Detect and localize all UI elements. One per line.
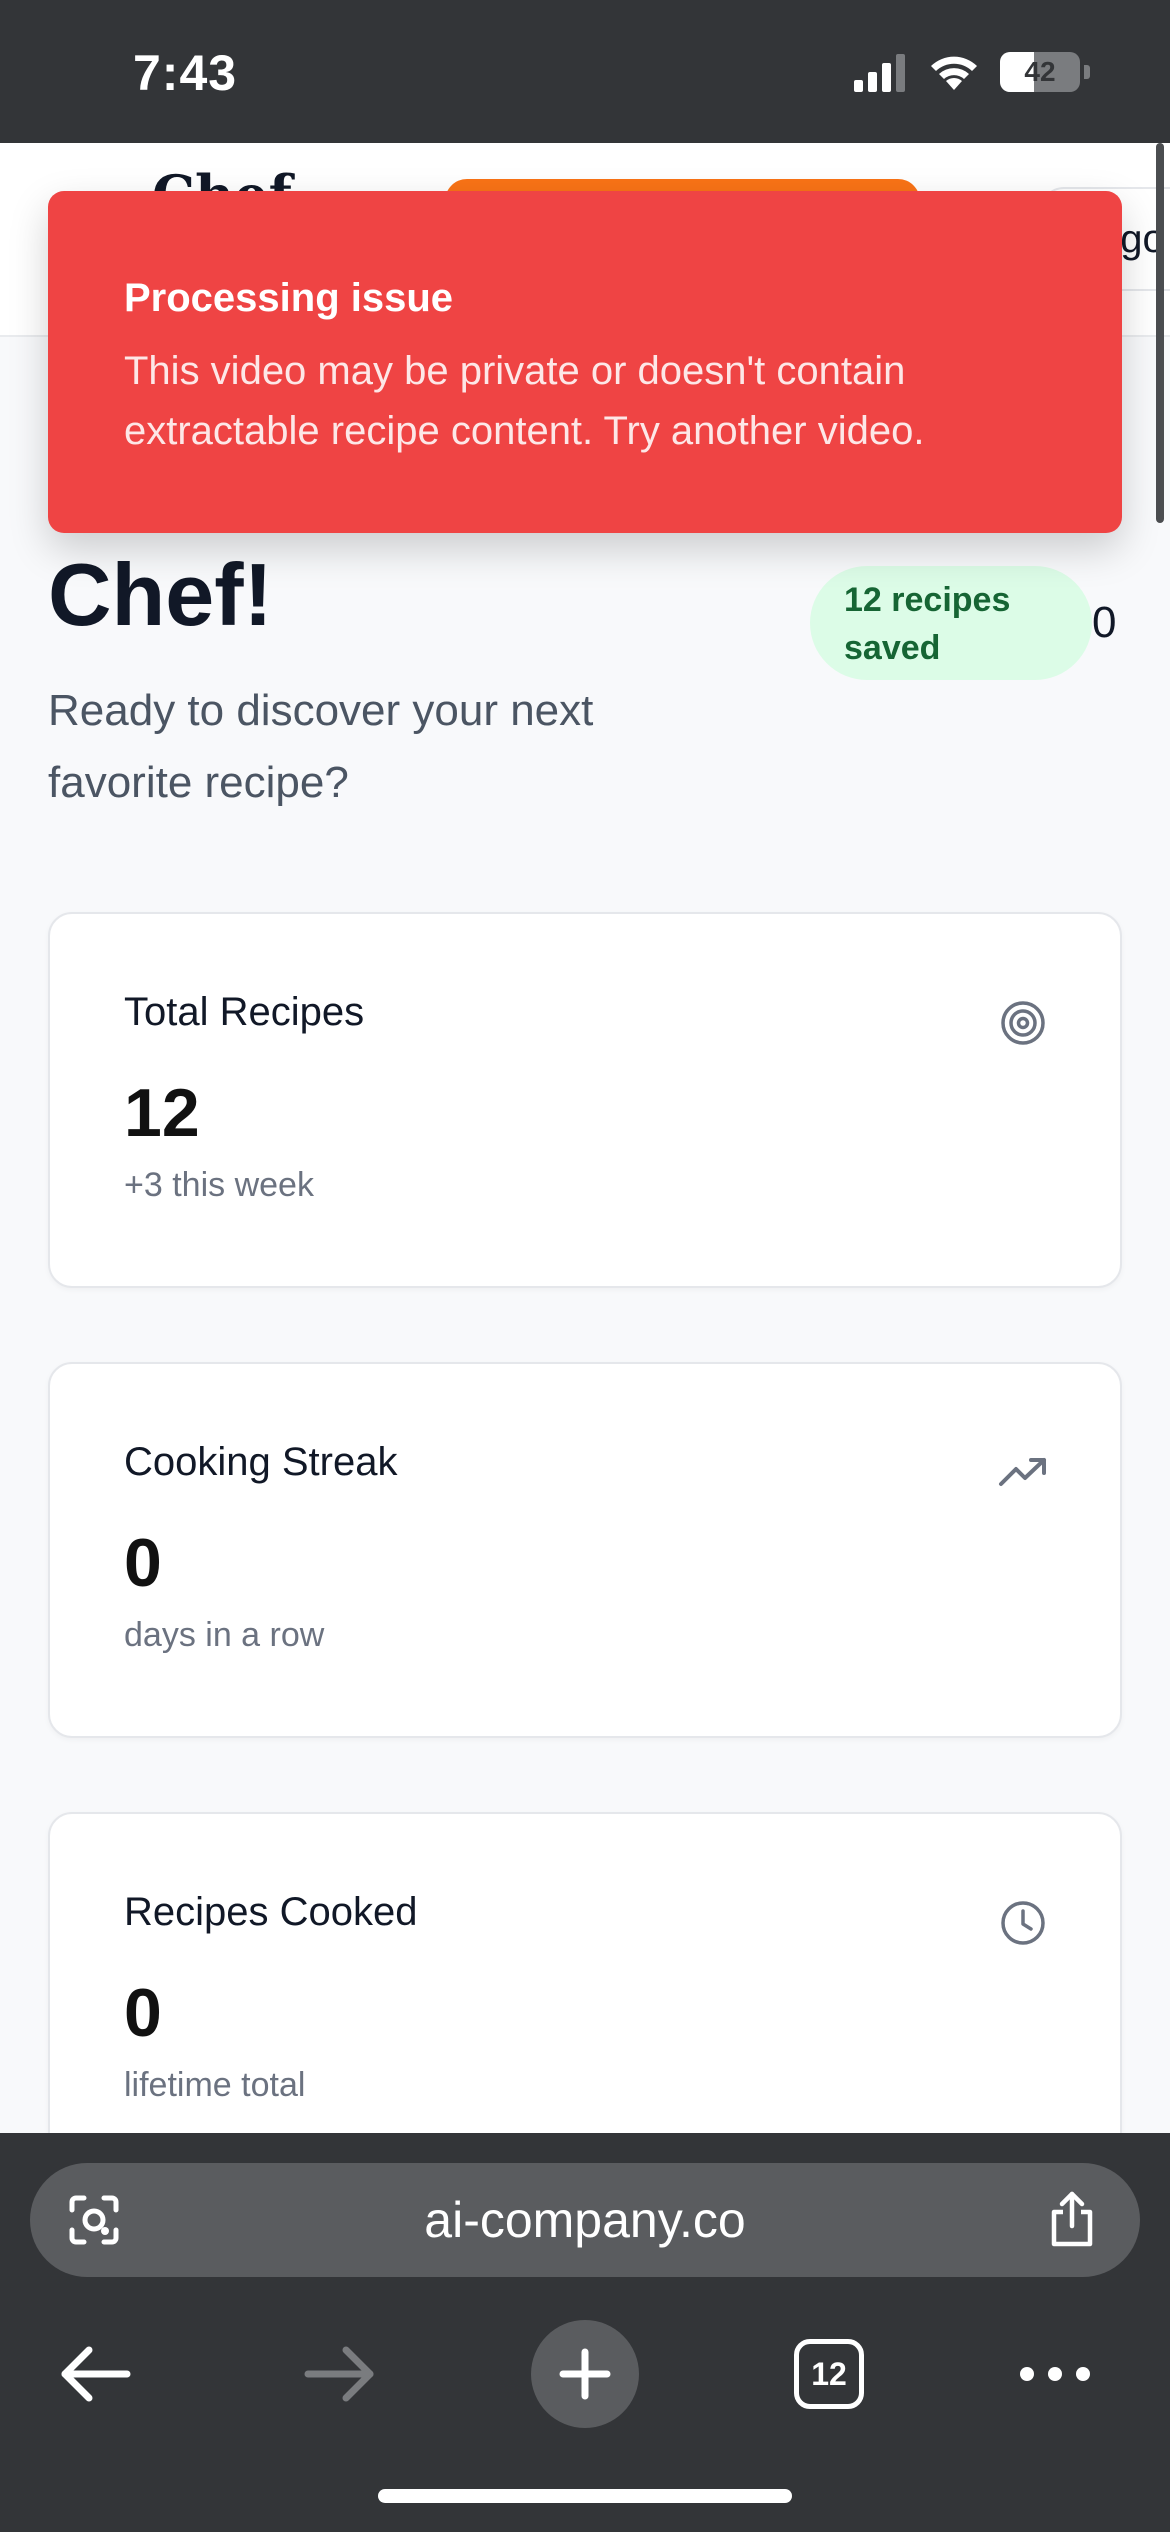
more-horizontal-icon bbox=[1020, 2367, 1090, 2381]
back-button[interactable] bbox=[40, 2319, 150, 2429]
url-text[interactable]: ai-company.co bbox=[30, 2163, 1140, 2277]
tab-count: 12 bbox=[794, 2339, 864, 2409]
stat-value: 0 bbox=[124, 1525, 162, 1601]
home-indicator[interactable] bbox=[378, 2489, 792, 2503]
toast-message: This video may be private or doesn't con… bbox=[124, 349, 925, 453]
greeting-title: Chef! bbox=[48, 545, 273, 644]
status-time: 7:43 bbox=[133, 45, 238, 101]
stat-note: +3 this week bbox=[124, 1166, 314, 1204]
stat-card-recipes-cooked[interactable]: Recipes Cooked 0 lifetime total bbox=[48, 1812, 1122, 2188]
tabs-button[interactable]: 12 bbox=[774, 2319, 884, 2429]
battery-nub bbox=[1084, 65, 1090, 79]
stat-label: Cooking Streak bbox=[124, 1440, 398, 1484]
app-page: 7:43 42 Chef ogo bbox=[0, 0, 1170, 2532]
stat-card-total-recipes[interactable]: Total Recipes 12 +3 this week bbox=[48, 912, 1122, 1288]
error-toast[interactable]: Processing issue This video may be priva… bbox=[48, 191, 1122, 533]
wifi-icon bbox=[931, 56, 977, 90]
battery-level: 42 bbox=[1024, 56, 1056, 87]
stat-value: 0 bbox=[124, 1975, 162, 2051]
status-icons: 42 bbox=[852, 52, 1090, 92]
stat-label: Total Recipes bbox=[124, 990, 365, 1034]
new-tab-button[interactable] bbox=[530, 2319, 640, 2429]
arrow-right-icon bbox=[304, 2346, 374, 2402]
share-icon[interactable] bbox=[1044, 2190, 1100, 2250]
arrow-left-icon bbox=[61, 2346, 131, 2402]
status-bar: 7:43 42 bbox=[0, 0, 1170, 143]
toast-title: Processing issue bbox=[124, 276, 454, 320]
target-icon bbox=[1001, 1001, 1045, 1045]
plus-icon bbox=[559, 2348, 611, 2400]
stat-note: lifetime total bbox=[124, 2066, 306, 2104]
new-tab-circle bbox=[531, 2320, 639, 2428]
stat-note: days in a row bbox=[124, 1616, 325, 1654]
address-bar[interactable]: ai-company.co bbox=[30, 2163, 1140, 2277]
greeting-subtitle: Ready to discover your next favorite rec… bbox=[48, 686, 594, 807]
trending-up-icon bbox=[999, 1458, 1046, 1486]
stat-value: 12 bbox=[124, 1075, 200, 1151]
browser-toolbar: ai-company.co 12 bbox=[0, 2133, 1170, 2532]
recipes-saved-badge: 12 recipes saved bbox=[810, 566, 1092, 680]
stat-card-cooking-streak[interactable]: Cooking Streak 0 days in a row bbox=[48, 1362, 1122, 1738]
cellular-signal-icon bbox=[854, 54, 905, 92]
header-overflow-text: 0 bbox=[1092, 598, 1117, 647]
clock-icon bbox=[1001, 1901, 1045, 1945]
more-menu-button[interactable] bbox=[1000, 2319, 1110, 2429]
scroll-indicator bbox=[1156, 143, 1164, 523]
battery-icon: 42 bbox=[1000, 52, 1080, 92]
stat-label: Recipes Cooked bbox=[124, 1890, 418, 1934]
forward-button[interactable] bbox=[285, 2319, 395, 2429]
